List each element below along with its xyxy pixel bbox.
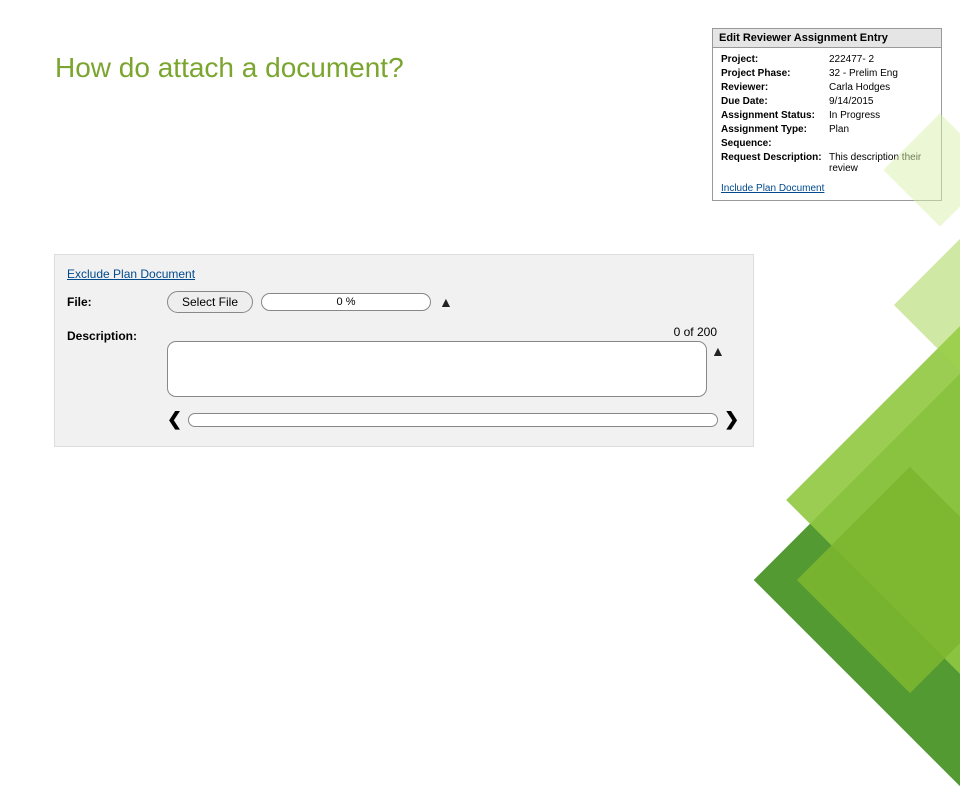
assignment-panel: Edit Reviewer Assignment Entry Project: …	[712, 28, 942, 201]
panel-header: Edit Reviewer Assignment Entry	[713, 29, 941, 48]
panel-row-phase: Project Phase: 32 - Prelim Eng	[721, 68, 933, 79]
panel-value: In Progress	[829, 110, 933, 121]
panel-value: Plan	[829, 124, 933, 135]
panel-label: Due Date:	[721, 96, 829, 107]
nav-bar: ❮ ❯	[167, 409, 741, 430]
panel-label: Assignment Status:	[721, 110, 829, 121]
panel-row-project: Project: 222477- 2	[721, 54, 933, 65]
panel-row-due-date: Due Date: 9/14/2015	[721, 96, 933, 107]
panel-value: 9/14/2015	[829, 96, 933, 107]
panel-label: Assignment Type:	[721, 124, 829, 135]
panel-row-status: Assignment Status: In Progress	[721, 110, 933, 121]
panel-row-request-desc: Request Description: This description th…	[721, 152, 933, 174]
select-file-button[interactable]: Select File	[167, 291, 253, 313]
page-title: How do attach a document?	[55, 52, 404, 84]
file-row: File: Select File 0 % ▲	[67, 291, 741, 313]
panel-value: 222477- 2	[829, 54, 933, 65]
warning-icon: ▲	[711, 343, 725, 359]
file-label: File:	[67, 291, 167, 309]
panel-label: Reviewer:	[721, 82, 829, 93]
panel-value: 32 - Prelim Eng	[829, 68, 933, 79]
nav-next-button[interactable]: ❯	[724, 409, 739, 430]
panel-label: Sequence:	[721, 138, 829, 149]
panel-row-sequence: Sequence:	[721, 138, 933, 149]
include-plan-document-link[interactable]: Include Plan Document	[721, 183, 824, 194]
nav-scroll-track[interactable]	[188, 413, 718, 427]
panel-body: Project: 222477- 2 Project Phase: 32 - P…	[713, 48, 941, 200]
attach-document-form: Exclude Plan Document File: Select File …	[54, 254, 754, 447]
panel-row-type: Assignment Type: Plan	[721, 124, 933, 135]
char-count: 0 of 200	[167, 325, 741, 339]
description-input[interactable]	[167, 341, 707, 397]
panel-value: This description their review	[829, 152, 933, 174]
description-label: Description:	[67, 325, 167, 343]
panel-label: Project Phase:	[721, 68, 829, 79]
nav-prev-button[interactable]: ❮	[167, 409, 182, 430]
panel-value: Carla Hodges	[829, 82, 933, 93]
warning-icon: ▲	[439, 294, 453, 310]
exclude-plan-document-link[interactable]: Exclude Plan Document	[67, 267, 195, 281]
panel-label: Request Description:	[721, 152, 829, 174]
panel-label: Project:	[721, 54, 829, 65]
panel-row-reviewer: Reviewer: Carla Hodges	[721, 82, 933, 93]
panel-value	[829, 138, 933, 149]
upload-progress: 0 %	[261, 293, 431, 311]
description-row: Description: 0 of 200 ▲	[67, 325, 741, 397]
